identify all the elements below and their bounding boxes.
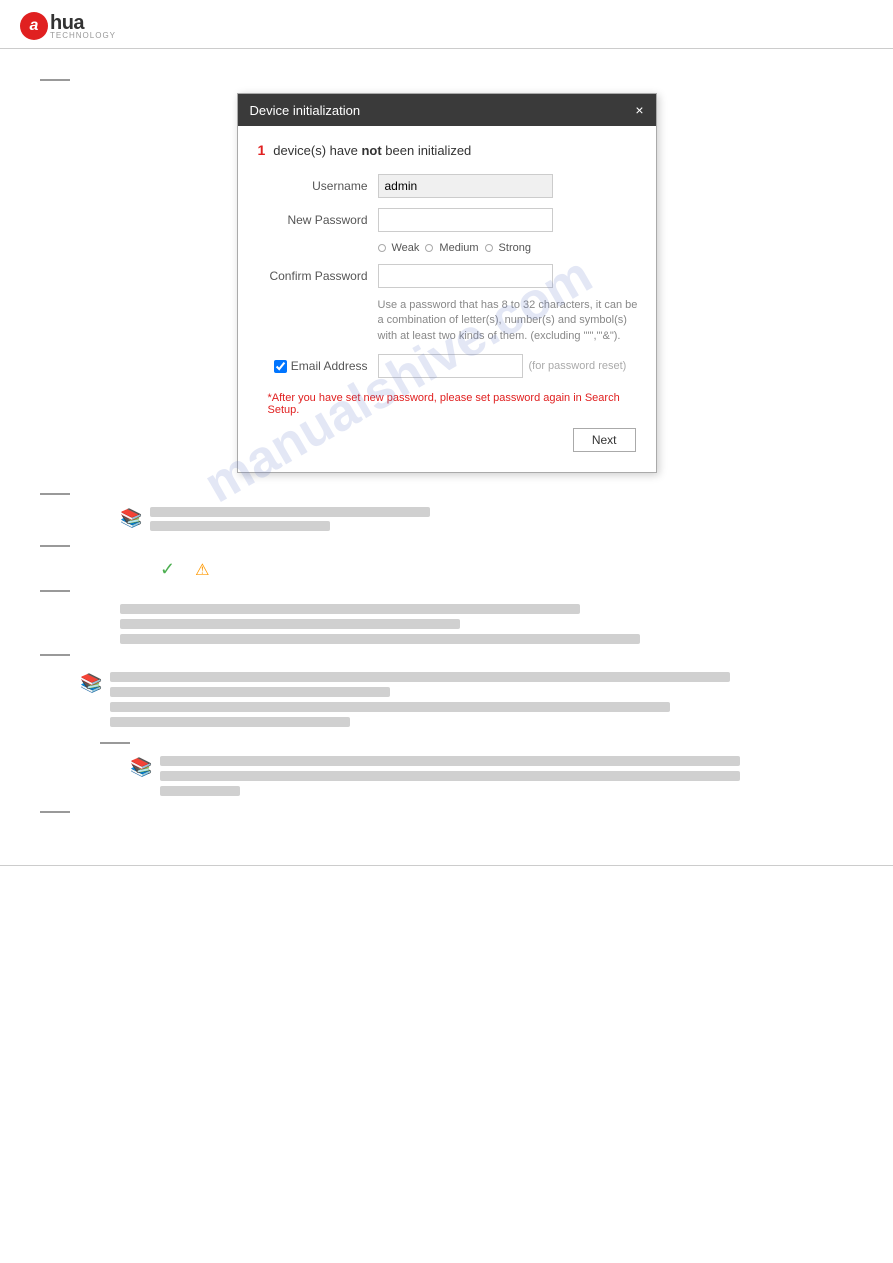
note-bar-2 xyxy=(150,521,330,531)
book-icon-2: 📚 xyxy=(80,673,102,694)
content-bar-2 xyxy=(120,619,460,629)
email-label: Email Address xyxy=(291,359,368,373)
note-text-2 xyxy=(110,672,853,732)
big-bar-3 xyxy=(110,702,670,712)
dialog-title: Device initialization xyxy=(250,103,361,118)
dialog-body: 1 device(s) have not been initialized Us… xyxy=(238,126,656,472)
dialog-info-text: device(s) have not been initialized xyxy=(273,143,471,158)
logo-sub: TECHNOLOGY xyxy=(50,31,116,40)
page-content: Device initialization × 1 device(s) have… xyxy=(0,49,893,845)
email-checkbox-area: Email Address xyxy=(258,359,378,373)
username-label: Username xyxy=(258,179,378,193)
email-row: Email Address (for password reset) xyxy=(258,354,636,378)
note-section-2: 📚 xyxy=(80,672,853,732)
warning-text: *After you have set new password, please… xyxy=(268,392,636,416)
info-post: been initialized xyxy=(382,143,472,158)
section-marker-6 xyxy=(100,742,130,744)
email-hint: (for password reset) xyxy=(529,360,627,372)
book-icon-1: 📚 xyxy=(120,508,142,529)
icon-row: ✓ ⚠ xyxy=(160,559,853,580)
username-input[interactable] xyxy=(378,174,553,198)
note-section-3: 📚 xyxy=(130,756,853,801)
button-row: Next xyxy=(258,428,636,456)
big-bar-1 xyxy=(110,672,730,682)
check-icon: ✓ xyxy=(160,559,175,580)
confirm-password-input[interactable] xyxy=(378,264,553,288)
content-bar-1 xyxy=(120,604,580,614)
section-marker-2 xyxy=(40,493,70,495)
big-bar-2 xyxy=(110,687,390,697)
dialog-close-button[interactable]: × xyxy=(635,102,643,118)
strength-label-medium: Medium xyxy=(439,242,478,254)
email-checkbox[interactable] xyxy=(274,360,287,373)
username-row: Username xyxy=(258,174,636,198)
section-marker-4 xyxy=(40,590,70,592)
dialog-info-row: 1 device(s) have not been initialized xyxy=(258,142,636,158)
dialog-title-bar: Device initialization × xyxy=(238,94,656,126)
strength-dot-medium xyxy=(425,244,433,252)
content-bar-3 xyxy=(120,634,640,644)
logo: a hua TECHNOLOGY xyxy=(20,12,116,40)
next-button[interactable]: Next xyxy=(573,428,636,452)
modal-area: Device initialization × 1 device(s) have… xyxy=(40,93,853,473)
note-section-1: 📚 xyxy=(120,507,853,535)
section-marker-7 xyxy=(40,811,70,813)
info-bold: not xyxy=(361,143,381,158)
section-marker-1 xyxy=(40,79,70,81)
note-bar-1 xyxy=(150,507,430,517)
device-init-dialog: Device initialization × 1 device(s) have… xyxy=(237,93,657,473)
confirm-password-row: Confirm Password xyxy=(258,264,636,288)
device-count: 1 xyxy=(258,142,266,158)
strength-dot-strong xyxy=(485,244,493,252)
confirm-password-label: Confirm Password xyxy=(258,269,378,283)
page-header: a hua TECHNOLOGY xyxy=(0,0,893,49)
sub-bar-1 xyxy=(160,756,740,766)
new-password-label: New Password xyxy=(258,213,378,227)
logo-a-letter: a xyxy=(30,17,39,35)
password-hint: Use a password that has 8 to 32 characte… xyxy=(378,298,638,344)
section-marker-3 xyxy=(40,545,70,547)
content-area-1 xyxy=(120,604,853,644)
note-text-3 xyxy=(160,756,853,801)
logo-circle-icon: a xyxy=(20,12,48,40)
big-bar-4 xyxy=(110,717,350,727)
book-icon-3: 📚 xyxy=(130,757,152,778)
bottom-divider xyxy=(0,865,893,866)
strength-label-strong: Strong xyxy=(499,242,531,254)
strength-dot-weak xyxy=(378,244,386,252)
sub-bar-2 xyxy=(160,771,740,781)
email-input[interactable] xyxy=(378,354,523,378)
strength-label-weak: Weak xyxy=(392,242,420,254)
password-strength-row: Weak Medium Strong xyxy=(378,242,636,254)
note-text-1 xyxy=(150,507,853,535)
info-pre: device(s) have xyxy=(273,143,361,158)
new-password-input[interactable] xyxy=(378,208,553,232)
warning-icon: ⚠ xyxy=(195,560,209,580)
new-password-row: New Password xyxy=(258,208,636,232)
sub-bar-3 xyxy=(160,786,240,796)
section-marker-5 xyxy=(40,654,70,656)
